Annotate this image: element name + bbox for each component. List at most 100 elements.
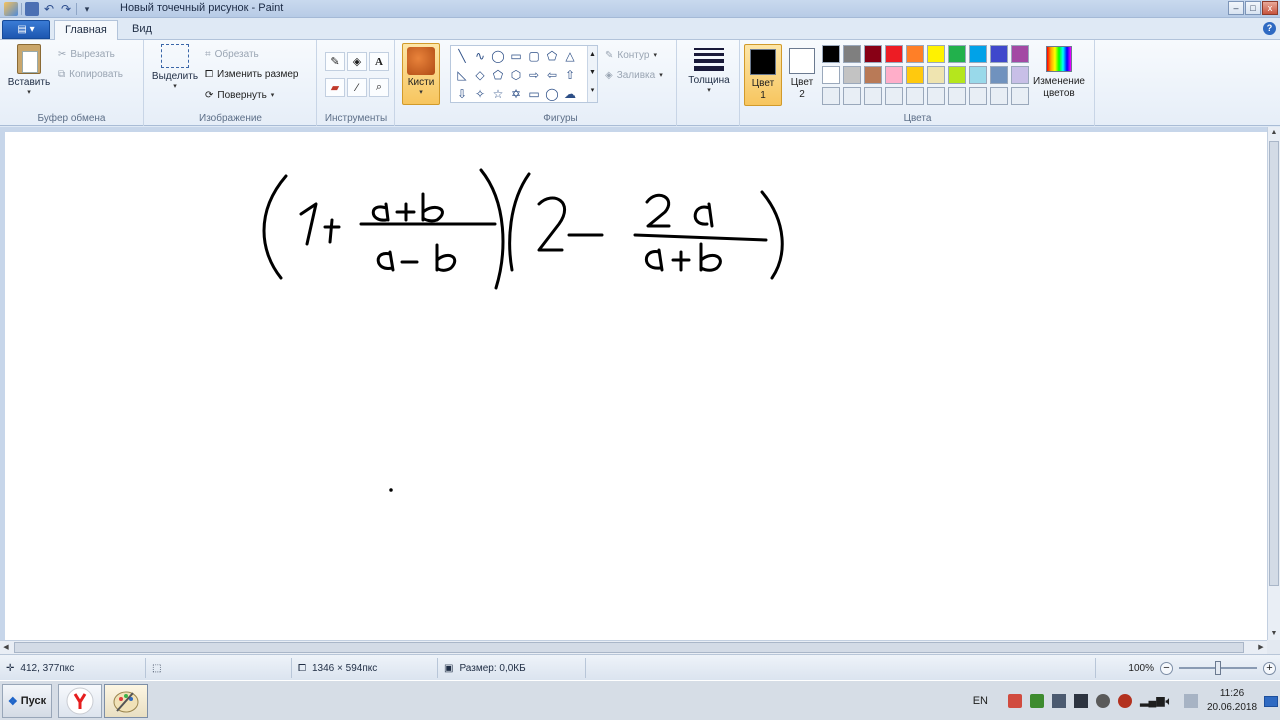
color2-button[interactable]: Цвет 2: [783, 44, 821, 106]
four-point-star-shape-icon[interactable]: ✧: [471, 85, 489, 104]
language-indicator[interactable]: EN: [973, 695, 988, 707]
horizontal-scroll-thumb[interactable]: [14, 642, 1244, 653]
horizontal-scrollbar[interactable]: ◀ ▶: [0, 640, 1267, 654]
polygon-shape-icon[interactable]: ⬠: [543, 47, 561, 66]
vertical-scroll-thumb[interactable]: [1269, 141, 1279, 586]
customize-qat-icon[interactable]: ▾: [80, 2, 94, 16]
size-button[interactable]: Толщина ▾: [682, 44, 736, 94]
rectangle-shape-icon[interactable]: ▭: [507, 47, 525, 66]
network-drive-icon[interactable]: [1074, 694, 1088, 708]
brushes-button[interactable]: Кисти ▾: [402, 43, 440, 105]
palette-swatch[interactable]: [843, 87, 861, 105]
scroll-down-icon[interactable]: ▼: [1268, 628, 1280, 640]
left-arrow-shape-icon[interactable]: ⇦: [543, 66, 561, 85]
palette-swatch[interactable]: [927, 66, 945, 84]
zoom-in-button[interactable]: +: [1263, 661, 1276, 675]
undo-icon[interactable]: ↶: [42, 2, 56, 16]
save-icon[interactable]: [25, 2, 39, 16]
copy-button[interactable]: ⧉ Копировать: [58, 65, 123, 83]
right-triangle-shape-icon[interactable]: ◺: [453, 66, 471, 85]
oval-shape-icon[interactable]: ◯: [489, 47, 507, 66]
nvidia-icon[interactable]: [1030, 694, 1044, 708]
settings-tray-icon[interactable]: [1096, 694, 1110, 708]
keyboard-icon[interactable]: [1184, 694, 1198, 708]
oval-callout-shape-icon[interactable]: ◯: [543, 85, 561, 104]
monitor-icon[interactable]: [1052, 694, 1066, 708]
palette-swatch[interactable]: [864, 45, 882, 63]
six-point-star-shape-icon[interactable]: ✡: [507, 85, 525, 104]
line-shape-icon[interactable]: ╲: [453, 47, 471, 66]
start-button[interactable]: ❖ Пуск: [2, 684, 52, 718]
show-desktop-button[interactable]: [1262, 681, 1280, 720]
palette-swatch[interactable]: [906, 45, 924, 63]
vertical-scrollbar[interactable]: ▲ ▼: [1267, 127, 1280, 640]
diamond-shape-icon[interactable]: ◇: [471, 66, 489, 85]
select-button[interactable]: Выделить ▾: [149, 44, 201, 90]
palette-swatch[interactable]: [843, 66, 861, 84]
minimize-button[interactable]: –: [1228, 1, 1244, 15]
cloud-callout-shape-icon[interactable]: ☁: [561, 85, 579, 104]
redo-icon[interactable]: ↷: [59, 2, 73, 16]
color-picker-icon[interactable]: ⁄: [347, 78, 367, 97]
palette-swatch[interactable]: [822, 45, 840, 63]
palette-swatch[interactable]: [885, 45, 903, 63]
signal-icon[interactable]: ▂▄▆: [1140, 694, 1165, 708]
palette-swatch[interactable]: [906, 87, 924, 105]
palette-swatch[interactable]: [927, 87, 945, 105]
palette-swatch[interactable]: [822, 66, 840, 84]
taskbar-yandex-browser[interactable]: [58, 684, 102, 718]
palette-swatch[interactable]: [969, 66, 987, 84]
tab-view[interactable]: Вид: [122, 20, 162, 40]
rounded-rectangle-shape-icon[interactable]: ▢: [525, 47, 543, 66]
zoom-slider-thumb[interactable]: [1215, 661, 1221, 675]
palette-swatch[interactable]: [969, 87, 987, 105]
palette-swatch[interactable]: [948, 87, 966, 105]
paste-button[interactable]: Вставить ▾: [6, 44, 52, 96]
palette-swatch[interactable]: [864, 87, 882, 105]
close-button[interactable]: x: [1262, 1, 1278, 15]
zoom-slider[interactable]: [1179, 661, 1257, 675]
fill-button[interactable]: ◈ Заливка ▾: [605, 66, 663, 84]
tab-home[interactable]: Главная: [54, 20, 118, 40]
palette-swatch[interactable]: [990, 66, 1008, 84]
palette-swatch[interactable]: [990, 45, 1008, 63]
shapes-scroll[interactable]: ▲ ▼ ▾: [587, 46, 597, 102]
palette-swatch[interactable]: [990, 87, 1008, 105]
triangle-shape-icon[interactable]: △: [561, 47, 579, 66]
palette-swatch[interactable]: [885, 66, 903, 84]
rounded-callout-shape-icon[interactable]: ▭: [525, 85, 543, 104]
fill-bucket-icon[interactable]: ◈: [347, 52, 367, 71]
five-point-star-shape-icon[interactable]: ☆: [489, 85, 507, 104]
cut-button[interactable]: ✂ Вырезать: [58, 45, 115, 63]
up-arrow-shape-icon[interactable]: ⇧: [561, 66, 579, 85]
taskbar-paint[interactable]: [104, 684, 148, 718]
scroll-right-icon[interactable]: ▶: [1255, 641, 1267, 654]
palette-swatch[interactable]: [906, 66, 924, 84]
magnifier-icon[interactable]: ⌕: [369, 78, 389, 97]
color1-button[interactable]: Цвет 1: [744, 44, 782, 106]
resize-button[interactable]: ⧠ Изменить размер: [205, 65, 298, 83]
right-arrow-shape-icon[interactable]: ⇨: [525, 66, 543, 85]
text-tool-icon[interactable]: A: [369, 52, 389, 71]
edit-colors-button[interactable]: Изменение цветов: [1030, 46, 1088, 100]
scroll-left-icon[interactable]: ◀: [0, 641, 12, 654]
palette-swatch[interactable]: [1011, 45, 1029, 63]
pentagon-shape-icon[interactable]: ⬠: [489, 66, 507, 85]
volume-icon[interactable]: 🔈︎: [1162, 694, 1176, 708]
palette-swatch[interactable]: [843, 45, 861, 63]
maximize-button[interactable]: □: [1245, 1, 1261, 15]
palette-swatch[interactable]: [885, 87, 903, 105]
crop-button[interactable]: ⌗ Обрезать: [205, 45, 259, 63]
help-icon[interactable]: ?: [1263, 22, 1276, 35]
palette-swatch[interactable]: [1011, 87, 1029, 105]
action-center-icon[interactable]: [1008, 694, 1022, 708]
hexagon-shape-icon[interactable]: ⬡: [507, 66, 525, 85]
curve-shape-icon[interactable]: ∿: [471, 47, 489, 66]
palette-swatch[interactable]: [969, 45, 987, 63]
palette-swatch[interactable]: [948, 66, 966, 84]
palette-swatch[interactable]: [948, 45, 966, 63]
outline-button[interactable]: ✎ Контур ▾: [605, 46, 657, 64]
pencil-icon[interactable]: ✎: [325, 52, 345, 71]
drawing-canvas[interactable]: [5, 132, 1267, 640]
palette-swatch[interactable]: [1011, 66, 1029, 84]
